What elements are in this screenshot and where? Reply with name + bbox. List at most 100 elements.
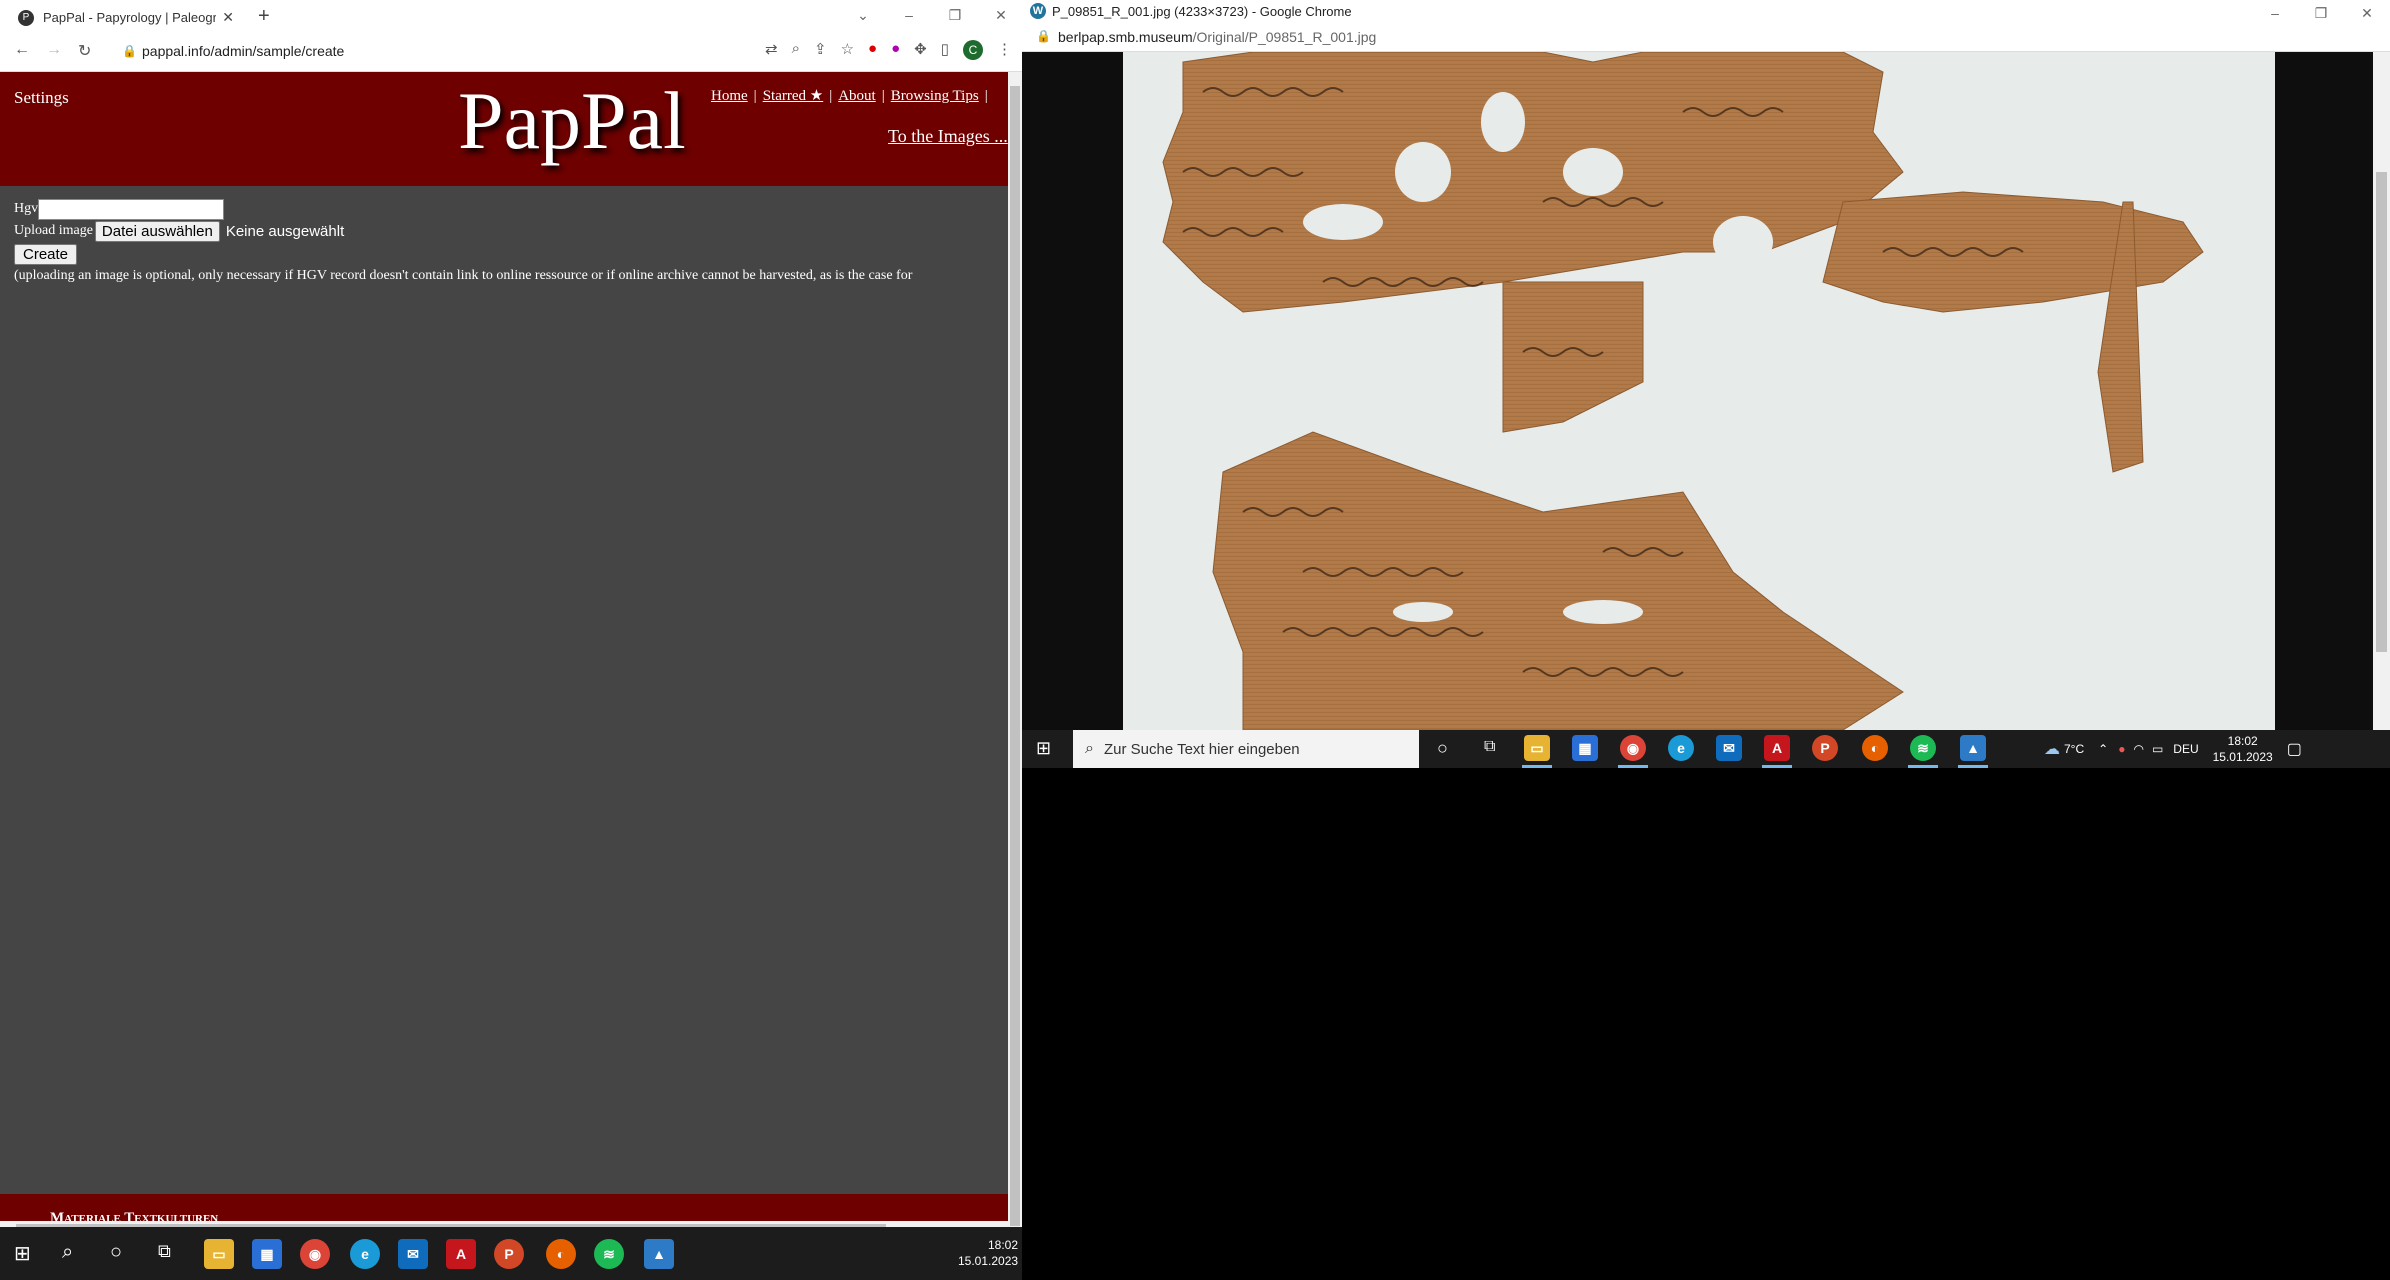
new-tab-icon[interactable]: + [258,5,270,28]
minimize-icon[interactable]: – [886,2,932,28]
bookmark-star-icon[interactable]: ☆ [841,40,854,60]
share-icon[interactable]: ⇪ [814,40,827,60]
powerpoint-icon[interactable]: P [1812,735,1838,761]
language-indicator[interactable]: DEU [2173,742,2198,756]
restore-icon[interactable]: ❐ [932,2,978,28]
file-explorer-icon[interactable]: ▭ [1524,735,1550,761]
tab-search-icon[interactable]: ⌄ [840,2,886,28]
extension-red-icon[interactable]: ● [868,40,877,60]
tab-bar: P PapPal - Papyrology | Paleograph ✕ + ⌄… [0,0,1022,32]
side-panel-icon[interactable]: ▯ [941,40,949,60]
papyrus-image[interactable] [1123,52,2275,730]
window-title: P_09851_R_001.jpg (4233×3723) - Google C… [1052,4,1352,19]
store-icon[interactable]: ▦ [1572,735,1598,761]
extension-purple-icon[interactable]: ● [891,40,900,60]
upload-image-label: Upload image [14,223,93,238]
mail-icon[interactable]: ✉ [398,1239,428,1269]
tab-pappal[interactable]: P PapPal - Papyrology | Paleograph ✕ [8,3,244,32]
reload-icon[interactable]: ↻ [78,41,91,61]
to-the-images-link[interactable]: To the Images ... [888,126,1008,147]
create-sample-form: Hgv Upload image Datei auswählen Keine a… [14,198,912,284]
photos-icon[interactable]: ▲ [644,1239,674,1269]
close-tab-icon[interactable]: ✕ [222,9,234,26]
vertical-scroll-thumb[interactable] [1010,86,1020,1226]
choose-file-button[interactable]: Datei auswählen [94,220,220,242]
nav-browsing-tips[interactable]: Browsing Tips [891,88,979,104]
battery-icon[interactable]: ▭ [2152,742,2163,756]
close-window-icon[interactable]: ✕ [978,2,1022,28]
create-button[interactable]: Create [14,243,78,265]
photos-running-indicator [1958,765,1988,768]
clock-time: 18:02 [987,1238,1018,1252]
nav-about[interactable]: About [838,88,876,104]
weather-temp[interactable]: 7°C [2064,742,2084,756]
spotify-icon[interactable]: ≋ [1910,735,1936,761]
weather-icon[interactable]: ☁ [2044,739,2060,759]
url-field[interactable]: berlpap.smb.museum/Original/P_09851_R_00… [1058,29,1376,45]
firefox-icon[interactable]: ◐ [1862,735,1888,761]
store-icon[interactable]: ▦ [252,1239,282,1269]
notifications-icon[interactable]: ▢ [2287,739,2302,759]
spotify-icon[interactable]: ≋ [594,1239,624,1269]
task-view-icon[interactable]: ⧉ [158,1241,171,1262]
settings-link[interactable]: Settings [14,88,69,108]
clock-date: 15.01.2023 [958,1254,1019,1268]
clock-time: 18:02 [2227,734,2258,748]
powerpoint-icon[interactable]: P [494,1239,524,1269]
right-scroll-thumb[interactable] [2376,172,2387,652]
file-explorer-icon[interactable]: ▭ [204,1239,234,1269]
explorer-running-indicator [1522,765,1552,768]
spotify-running-indicator [1908,765,1938,768]
hgv-input[interactable] [38,198,225,220]
edge-icon[interactable]: e [350,1239,380,1269]
back-icon[interactable]: ← [14,41,30,59]
photos-icon[interactable]: ▲ [1960,735,1986,761]
right-title-bar: W P_09851_R_001.jpg (4233×3723) - Google… [1022,0,2390,23]
search-placeholder: Zur Suche Text hier eingeben [1103,740,1300,758]
toolbar-icons: ⇄ ⌕ ⇪ ☆ ● ● ✥ ▯ C ⋮ [765,40,1012,60]
url-field[interactable]: pappal.info/admin/sample/create [142,43,344,59]
firefox-icon[interactable]: ◐ [546,1239,576,1269]
windows-start-icon[interactable]: ⊞ [14,1241,31,1266]
right-address-bar[interactable]: 🔒 berlpap.smb.museum/Original/P_09851_R_… [1022,23,2390,52]
clock[interactable]: 18:02 15.01.2023 [2213,733,2273,765]
profile-avatar[interactable]: C [963,40,983,60]
acrobat-icon[interactable]: A [1764,735,1790,761]
top-nav: Home | Starred ★ | About | Browsing Tips | [711,88,988,104]
no-file-text: Keine ausgewählt [225,222,345,240]
nav-home[interactable]: Home [711,88,748,104]
wordpress-favicon-icon: W [1030,3,1046,19]
task-view-icon[interactable]: ⧉ [1484,738,1495,756]
zoom-icon[interactable]: ⌕ [792,40,800,60]
clock[interactable]: 18:02 15.01.2023 [958,1237,1018,1269]
network-status-icon[interactable]: ● [2118,742,2125,756]
translate-icon[interactable]: ⇄ [765,40,778,60]
mail-icon[interactable]: ✉ [1716,735,1742,761]
chrome-icon[interactable]: ◉ [300,1239,330,1269]
vertical-scrollbar[interactable] [1008,72,1022,1227]
windows-start-icon[interactable]: ⊞ [1036,738,1051,759]
cortana-icon[interactable]: ○ [110,1241,122,1264]
taskbar-search-box[interactable]: ⌕ Zur Suche Text hier eingeben [1073,730,1419,768]
edge-icon[interactable]: e [1668,735,1694,761]
chrome-icon[interactable]: ◉ [1620,735,1646,761]
url-path: /Original/P_09851_R_001.jpg [1192,29,1377,45]
wifi-icon[interactable]: ◠ [2133,742,2143,756]
window-controls: ⌄ – ❐ ✕ [840,2,1022,28]
chrome-running-indicator [1618,765,1648,768]
pappal-logo[interactable]: PapPal [458,74,686,168]
forward-icon[interactable]: → [46,41,62,59]
nav-starred[interactable]: Starred ★ [763,88,824,104]
address-bar: ← → ↻ 🔒 pappal.info/admin/sample/create … [0,32,1022,72]
pappal-header: Settings PapPal Home | Starred ★ | About | Bro… [0,72,1008,186]
chevron-up-icon[interactable]: ⌃ [2098,742,2108,756]
right-vertical-scrollbar[interactable] [2373,52,2390,730]
upload-note: (uploading an image is optional, only ne… [14,268,913,283]
clock-date: 15.01.2023 [2212,750,2273,764]
search-icon[interactable]: ⌕ [62,1241,73,1264]
left-taskbar: ⊞ ⌕ ○ ⧉ ▭ ▦ ◉ e ✉ A P ◐ ≋ ▲ 18:02 15.01.… [0,1227,1022,1280]
acrobat-icon[interactable]: A [446,1239,476,1269]
menu-icon[interactable]: ⋮ [997,40,1012,60]
cortana-icon[interactable]: ○ [1437,738,1448,759]
extensions-puzzle-icon[interactable]: ✥ [914,40,927,60]
